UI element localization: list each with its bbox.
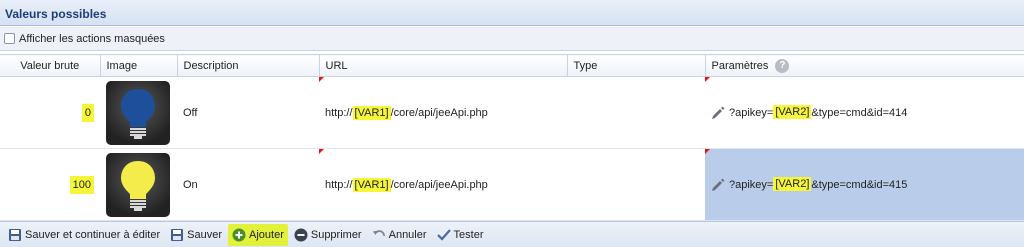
lightbulb-on-icon[interactable] bbox=[106, 152, 170, 217]
floppy-disk-icon bbox=[170, 228, 184, 242]
param-variable: [VAR2] bbox=[773, 177, 812, 192]
type-cell[interactable] bbox=[567, 148, 705, 221]
url-variable: [VAR1] bbox=[352, 105, 391, 120]
table-header-row: Valeur brute Image Description URL Type … bbox=[0, 54, 1024, 77]
edited-marker bbox=[319, 149, 324, 154]
col-header-parametres-label: Paramètres bbox=[711, 59, 769, 72]
minus-circle-icon bbox=[294, 228, 308, 242]
show-hidden-actions-checkbox[interactable] bbox=[4, 33, 15, 44]
undo-icon bbox=[372, 228, 386, 242]
lightbulb-off-icon[interactable] bbox=[106, 80, 170, 145]
url-suffix: /core/api/jeeApi.php bbox=[390, 106, 488, 119]
param-prefix: ?apikey= bbox=[729, 106, 774, 119]
edited-marker bbox=[319, 77, 324, 82]
edited-marker bbox=[705, 149, 710, 154]
parameters-cell[interactable]: ?apikey= [VAR2] &type=cmd&id=414 bbox=[705, 76, 1024, 149]
col-header-url[interactable]: URL bbox=[319, 54, 568, 77]
url-suffix: /core/api/jeeApi.php bbox=[390, 178, 488, 191]
show-hidden-actions-label: Afficher les actions masquées bbox=[19, 32, 165, 45]
raw-value[interactable]: 100 bbox=[69, 175, 94, 194]
delete-label: Supprimer bbox=[310, 228, 362, 241]
param-suffix: &type=cmd&id=414 bbox=[811, 106, 908, 119]
edited-marker bbox=[705, 77, 710, 82]
cancel-label: Annuler bbox=[388, 228, 427, 241]
pencil-icon bbox=[712, 178, 725, 191]
help-icon[interactable]: ? bbox=[775, 58, 790, 73]
param-variable: [VAR2] bbox=[773, 105, 812, 120]
test-button[interactable]: Tester bbox=[433, 224, 488, 246]
param-prefix: ?apikey= bbox=[729, 178, 774, 191]
add-label: Ajouter bbox=[249, 228, 284, 241]
param-suffix: &type=cmd&id=415 bbox=[811, 178, 908, 191]
type-cell[interactable] bbox=[567, 76, 705, 149]
raw-value-cell[interactable]: 100 bbox=[0, 148, 100, 221]
url-cell[interactable]: http://[VAR1]/core/api/jeeApi.php bbox=[319, 148, 567, 221]
raw-value[interactable]: 0 bbox=[81, 103, 94, 122]
url-variable: [VAR1] bbox=[352, 177, 391, 192]
test-label: Tester bbox=[453, 228, 484, 241]
col-header-image[interactable]: Image bbox=[100, 54, 178, 77]
floppy-disk-icon bbox=[8, 228, 22, 242]
table-row[interactable]: 100 On http://[VAR1]/core/api/jeeApi.php bbox=[0, 148, 1024, 221]
col-header-parametres[interactable]: Paramètres ? bbox=[705, 54, 1024, 77]
description-cell[interactable]: On bbox=[177, 148, 319, 221]
col-header-description[interactable]: Description bbox=[177, 54, 320, 77]
save-continue-button[interactable]: Sauver et continuer à éditer bbox=[4, 224, 164, 246]
raw-value-cell[interactable]: 0 bbox=[0, 76, 100, 149]
url-prefix: http:// bbox=[325, 106, 353, 119]
values-table: Valeur brute Image Description URL Type … bbox=[0, 54, 1024, 221]
show-hidden-actions-toggle[interactable]: Afficher les actions masquées bbox=[0, 27, 1024, 51]
save-button[interactable]: Sauver bbox=[166, 224, 226, 246]
parameters-cell[interactable]: ?apikey= [VAR2] &type=cmd&id=415 bbox=[705, 148, 1024, 221]
save-label: Sauver bbox=[187, 228, 222, 241]
checkmark-icon bbox=[436, 228, 451, 242]
image-cell[interactable] bbox=[100, 76, 177, 149]
save-continue-label: Sauver et continuer à éditer bbox=[25, 228, 161, 241]
panel-title: Valeurs possibles bbox=[0, 0, 1024, 26]
url-cell[interactable]: http://[VAR1]/core/api/jeeApi.php bbox=[319, 76, 567, 149]
table-row[interactable]: 0 Off http://[VAR1]/core/api/jeeApi.php bbox=[0, 76, 1024, 149]
description-cell[interactable]: Off bbox=[177, 76, 319, 149]
image-cell[interactable] bbox=[100, 148, 177, 221]
url-prefix: http:// bbox=[325, 178, 353, 191]
plus-circle-icon bbox=[232, 228, 246, 242]
add-button[interactable]: Ajouter bbox=[228, 223, 288, 246]
action-toolbar: Sauver et continuer à éditer Sauver Ajou… bbox=[0, 221, 1024, 247]
delete-button[interactable]: Supprimer bbox=[290, 224, 366, 246]
col-header-type[interactable]: Type bbox=[567, 54, 706, 77]
cancel-button[interactable]: Annuler bbox=[368, 224, 431, 246]
pencil-icon bbox=[712, 106, 725, 119]
col-header-valeur-brute[interactable]: Valeur brute bbox=[0, 54, 101, 77]
